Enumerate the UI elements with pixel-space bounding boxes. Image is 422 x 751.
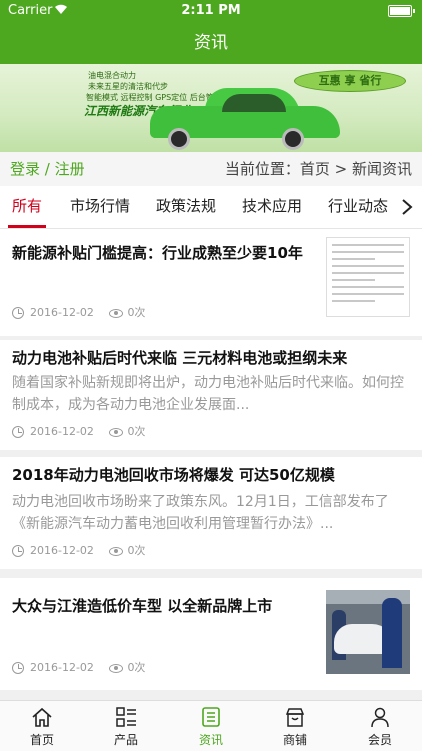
article-meta: 2016-12-02 0次 bbox=[12, 305, 145, 321]
page-title: 资讯 bbox=[194, 33, 228, 53]
category-tabs: 所有 市场行情 政策法规 技术应用 行业动态 bbox=[0, 186, 422, 229]
eye-icon bbox=[109, 308, 124, 318]
article-title: 新能源补贴门槛提高：行业成熟至少要10年 bbox=[12, 244, 303, 262]
article-meta: 2016-12-02 0次 bbox=[12, 424, 145, 440]
grid-list-icon bbox=[116, 707, 136, 727]
tab-policy[interactable]: 政策法规 bbox=[156, 186, 216, 228]
tab-bar-member[interactable]: 会员 bbox=[338, 701, 422, 751]
news-icon bbox=[202, 707, 220, 727]
article-card[interactable]: 大众与江淮造低价车型 以全新品牌上市 2016-12-02 0次 bbox=[0, 578, 422, 690]
breadcrumb: 当前位置：首页 > 新闻资讯 bbox=[224, 160, 412, 178]
tab-bar-label: 会员 bbox=[367, 733, 392, 747]
tab-bar-home[interactable]: 首页 bbox=[0, 701, 84, 751]
bottom-tab-bar: 首页 产品 资讯 商铺 会员 bbox=[0, 700, 422, 751]
shop-icon bbox=[285, 708, 305, 727]
article-title: 动力电池补贴后时代来临 三元材料电池或担纲未来 bbox=[12, 349, 348, 367]
article-title: 大众与江淮造低价车型 以全新品牌上市 bbox=[12, 597, 273, 615]
location-bar: 登录 / 注册 当前位置：首页 > 新闻资讯 bbox=[0, 152, 422, 186]
article-views: 0次 bbox=[127, 661, 146, 674]
banner-line-1: 油电混合动力 bbox=[88, 71, 136, 80]
article-card[interactable]: 动力电池补贴后时代来临 三元材料电池或担纲未来 随着国家补贴新规即将出炉，动力电… bbox=[0, 340, 422, 450]
article-summary: 动力电池回收市场盼来了政策东风。12月1日，工信部发布了《新能源汽车动力蓄电池回… bbox=[12, 494, 389, 532]
tab-industry[interactable]: 行业动态 bbox=[328, 186, 388, 228]
tab-all[interactable]: 所有 bbox=[7, 186, 47, 228]
article-title: 2018年动力电池回收市场将爆发 可达50亿规模 bbox=[12, 466, 335, 484]
tab-bar-label: 产品 bbox=[113, 733, 138, 747]
clock-icon bbox=[12, 307, 24, 319]
clock-icon bbox=[12, 545, 24, 557]
home-icon bbox=[32, 707, 52, 727]
article-views: 0次 bbox=[127, 306, 146, 319]
article-meta: 2016-12-02 0次 bbox=[12, 660, 145, 676]
article-date: 2016-12-02 bbox=[30, 425, 94, 438]
article-summary: 随着国家补贴新规即将出炉，动力电池补贴后时代来临。如何控制成本，成为各动力电池企… bbox=[12, 375, 404, 413]
article-date: 2016-12-02 bbox=[30, 306, 94, 319]
article-card[interactable]: 2018年动力电池回收市场将爆发 可达50亿规模 动力电池回收市场盼来了政策东风… bbox=[0, 457, 422, 569]
tab-bar-label: 商铺 bbox=[282, 733, 307, 747]
banner-line-2: 未来五星的清洁和代步 bbox=[88, 82, 168, 91]
nav-bar: 资讯 bbox=[0, 22, 422, 64]
status-bar: Carrier 2:11 PM bbox=[0, 0, 422, 22]
banner[interactable]: 油电混合动力 未来五星的清洁和代步 智能模式 远程控制 GPS定位 后台管理 江… bbox=[0, 64, 422, 152]
article-thumbnail bbox=[326, 590, 410, 674]
article-views: 0次 bbox=[127, 544, 146, 557]
article-meta: 2016-12-02 0次 bbox=[12, 543, 145, 559]
article-card[interactable]: 新能源补贴门槛提高：行业成熟至少要10年 2016-12-02 0次 bbox=[0, 229, 422, 336]
article-date: 2016-12-02 bbox=[30, 544, 94, 557]
tab-technology[interactable]: 技术应用 bbox=[242, 186, 302, 228]
eye-icon bbox=[109, 546, 124, 556]
tab-bar-label: 首页 bbox=[29, 733, 54, 747]
clock-icon bbox=[12, 426, 24, 438]
login-register-link[interactable]: 登录 / 注册 bbox=[10, 152, 85, 186]
tab-market[interactable]: 市场行情 bbox=[70, 186, 130, 228]
battery-icon bbox=[388, 5, 415, 17]
chevron-right-icon[interactable] bbox=[392, 186, 422, 228]
tab-bar-shop[interactable]: 商铺 bbox=[253, 701, 337, 751]
eye-icon bbox=[109, 427, 124, 437]
clock-icon bbox=[12, 662, 24, 674]
leaf-logo: 互惠 享 省行 bbox=[294, 70, 406, 92]
user-icon bbox=[371, 707, 389, 728]
tab-bar-news[interactable]: 资讯 bbox=[169, 701, 253, 751]
clock-time: 2:11 PM bbox=[181, 3, 241, 18]
tab-bar-label: 资讯 bbox=[198, 733, 223, 747]
article-date: 2016-12-02 bbox=[30, 661, 94, 674]
tab-bar-products[interactable]: 产品 bbox=[84, 701, 168, 751]
article-views: 0次 bbox=[127, 425, 146, 438]
article-thumbnail bbox=[326, 237, 410, 317]
eye-icon bbox=[109, 663, 124, 673]
